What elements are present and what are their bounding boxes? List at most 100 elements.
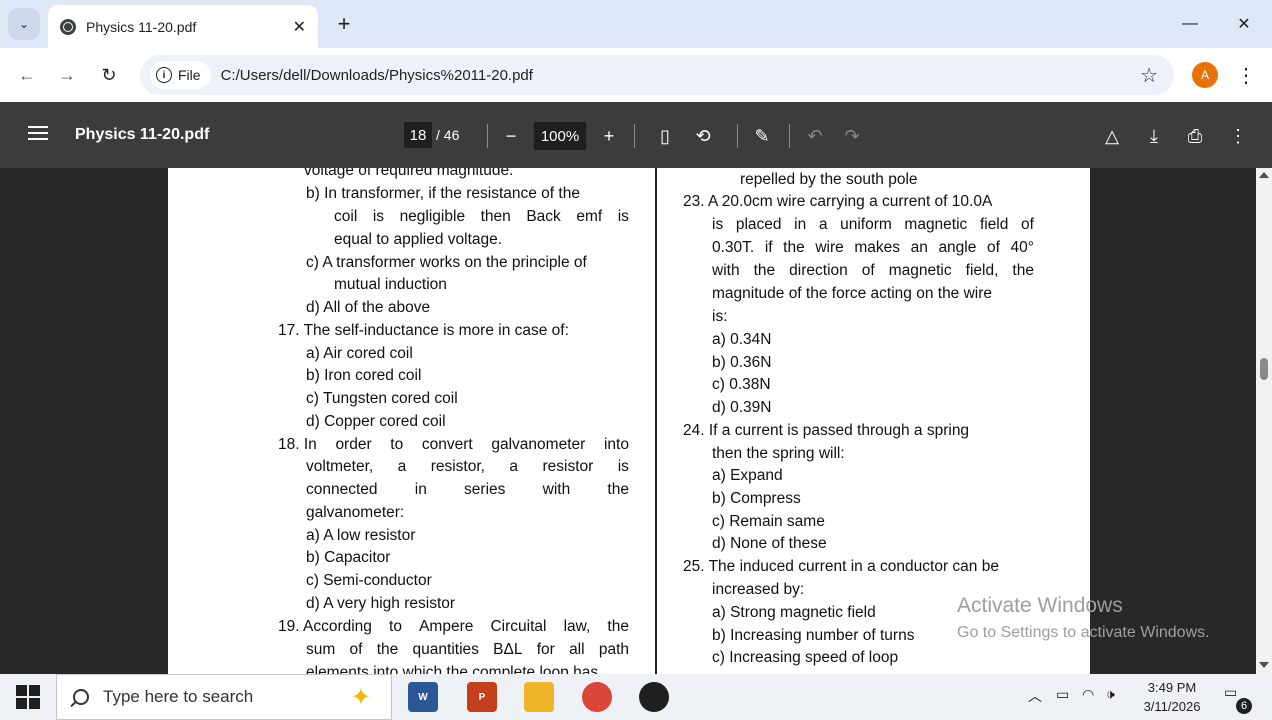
column-divider [655,168,657,674]
text-line: b) Capacitor [306,549,391,566]
text-line: d) 0.39N [712,399,772,416]
scroll-thumb[interactable] [1260,358,1268,380]
tab-search-button[interactable]: ⌄ [8,8,40,40]
close-window-button[interactable]: ✕ [1220,8,1268,40]
system-clock[interactable]: 3:49 PM 3/11/2026 [1134,678,1210,716]
vertical-scrollbar[interactable] [1256,168,1272,674]
text-line: mutual induction [334,276,447,293]
text-line: equal to applied voltage. [334,231,503,248]
pdf-page: voltage of required magnitude. b) In tra… [168,168,1090,674]
text-line: a) Strong magnetic field [712,604,876,621]
minus-icon: − [505,125,517,146]
new-tab-button[interactable]: + [330,10,358,38]
page-total: / 46 [436,127,460,143]
site-info-label: File [178,67,201,83]
zoom-out-button[interactable]: − [497,122,525,150]
rotate-icon: ⟲ [695,125,711,146]
more-options-button[interactable]: ⋮ [1224,122,1252,150]
forward-button[interactable]: → [52,60,82,90]
taskbar-search-placeholder: Type here to search [103,687,254,706]
text-line: elements into which the complete loop ha… [306,664,599,674]
url-text[interactable]: C:/Users/dell/Downloads/Physics%2011-20.… [221,67,1141,84]
text-line: is placed in a uniform magnetic field of [712,216,1034,233]
text-line: b) 0.36N [712,354,772,371]
taskbar-search[interactable]: Type here to search ✦ [56,674,392,720]
watermark-title: Activate Windows [957,594,1123,617]
text-line: c) Semi-conductor [306,572,432,589]
volume-icon[interactable]: 🕩 [1106,686,1115,703]
chrome-app-icon[interactable] [582,682,612,712]
reload-button[interactable]: ↻ [94,60,124,90]
text-line: coil is negligible then Back emf is [334,208,629,225]
text-line: d) All of the above [306,299,431,316]
windows-start-icon[interactable] [16,685,40,709]
download-icon: ⤓ [1150,125,1158,146]
watermark-subtitle: Go to Settings to activate Windows. [957,624,1210,641]
drive-button[interactable]: △ [1098,122,1126,150]
text-line: 19. According to Ampere Circuital law, the [278,618,629,635]
redo-icon: ↷ [844,125,860,146]
zoom-in-button[interactable]: + [595,122,623,150]
site-info-chip[interactable]: i File [150,61,211,89]
pdf-toolbar: Physics 11-20.pdf 18 / 46 − 100% + ▯ ⟲ ✎… [0,102,1272,168]
fit-page-button[interactable]: ▯ [651,122,679,150]
taskbar: Type here to search ✦ W P ︿ ▭ ◠ 🕩 3:49 P… [0,674,1272,720]
tab-active[interactable]: Physics 11-20.pdf ✕ [48,5,318,48]
text-line: c) Tungsten cored coil [306,390,458,407]
text-line: magnitude of the force acting on the wir… [712,285,993,302]
more-vertical-icon: ⋮ [1229,125,1247,146]
fit-page-icon: ▯ [660,125,670,146]
redo-button[interactable]: ↷ [838,122,866,150]
text-line: 17. The self-inductance is more in case … [278,322,569,339]
scroll-down-icon[interactable] [1259,662,1269,668]
divider [737,124,738,148]
drive-icon: △ [1105,125,1119,146]
arrow-right-icon: → [58,64,76,85]
battery-icon[interactable]: ▭ [1056,686,1069,703]
file-explorer-icon[interactable] [524,682,554,712]
download-button[interactable]: ⤓ [1140,122,1168,150]
tab-close-icon[interactable]: ✕ [293,17,306,37]
close-icon: ✕ [1237,16,1251,33]
printer-icon: ⎙ [1187,125,1203,146]
chevron-up-icon[interactable]: ︿ [1028,686,1042,706]
text-line: repelled by the south pole [740,171,918,188]
bookmark-star-icon[interactable]: ☆ [1140,63,1158,88]
divider [789,124,790,148]
activation-watermark: Activate Windows Go to Settings to activ… [957,594,1210,642]
clock-date: 3/11/2026 [1143,699,1201,714]
text-line: c) Increasing speed of loop [712,649,899,666]
sidebar-menu-icon[interactable] [28,126,48,142]
zoom-input[interactable]: 100% [534,122,586,150]
text-line: b) Iron cored coil [306,367,422,384]
obs-app-icon[interactable] [639,682,669,712]
word-app-icon[interactable]: W [408,682,438,712]
rotate-button[interactable]: ⟲ [689,122,717,150]
address-bar[interactable]: i File C:/Users/dell/Downloads/Physics%2… [140,55,1174,95]
text-line: 0.30T. if the wire makes an angle of 40° [712,239,1034,256]
arrow-left-icon: ← [18,64,36,85]
print-button[interactable]: ⎙ [1181,122,1209,150]
sparkle-icon: ✦ [350,683,371,711]
profile-avatar[interactable]: A [1192,62,1218,88]
search-icon [73,689,89,705]
text-line: a) A low resistor [306,527,416,544]
powerpoint-app-icon[interactable]: P [467,682,497,712]
undo-button[interactable]: ↶ [801,122,829,150]
text-line: voltmeter, a resistor, a resistor is [306,458,629,475]
divider [634,124,635,148]
browser-menu-icon[interactable]: ⋮ [1236,60,1256,90]
wifi-icon[interactable]: ◠ [1082,686,1094,703]
globe-icon [60,18,76,35]
text-line: 25. The induced current in a conductor c… [683,558,999,575]
back-button[interactable]: ← [12,60,42,90]
text-line: b) Increasing number of turns [712,627,915,644]
chevron-down-icon: ⌄ [18,17,30,31]
undo-icon: ↶ [807,125,823,146]
notification-badge: 6 [1236,698,1252,714]
page-number-input[interactable]: 18 [404,122,432,148]
annotate-button[interactable]: ✎ [748,122,776,150]
scroll-up-icon[interactable] [1259,172,1269,178]
tab-title: Physics 11-20.pdf [86,18,197,35]
restore-button[interactable] [1168,8,1216,40]
